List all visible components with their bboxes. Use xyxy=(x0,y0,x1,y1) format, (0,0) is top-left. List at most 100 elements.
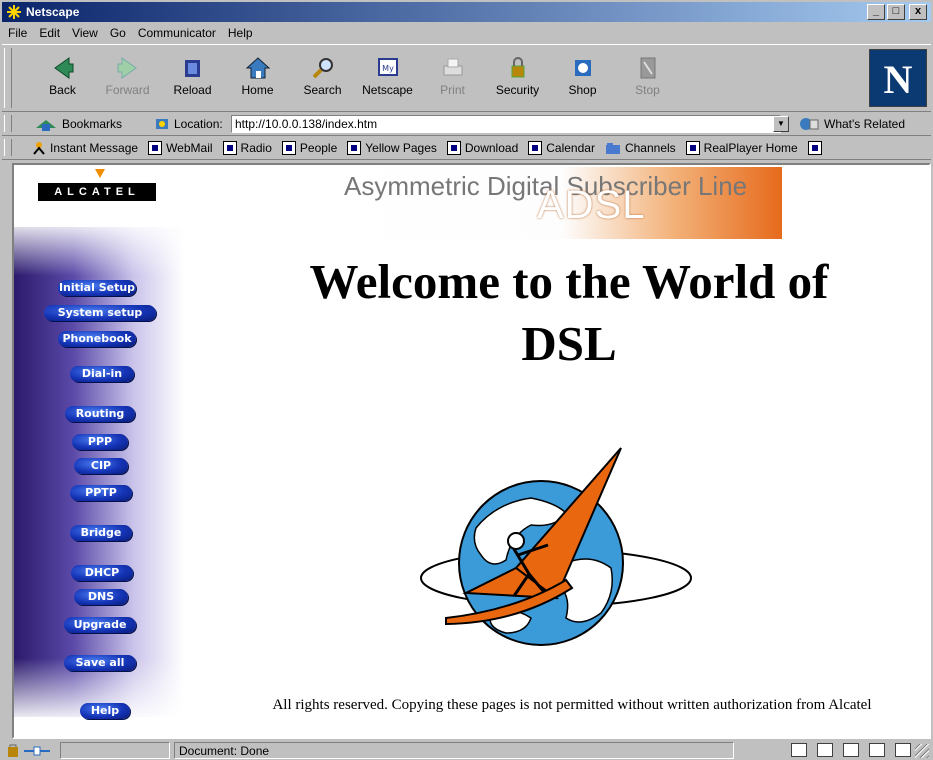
bookmark-icon xyxy=(528,140,543,155)
reload-icon xyxy=(184,60,200,77)
resize-grip-icon[interactable] xyxy=(915,744,929,758)
menu-cip[interactable]: CIP xyxy=(74,458,128,474)
netscape-button[interactable]: My Netscape xyxy=(355,51,420,109)
mail-icon[interactable] xyxy=(817,743,833,757)
shop-button[interactable]: Shop xyxy=(550,51,615,109)
bookmark-calendar[interactable]: Calendar xyxy=(528,140,595,155)
bookmarks-button[interactable]: Bookmarks xyxy=(34,116,122,132)
whats-related-button[interactable]: What's Related xyxy=(798,116,905,132)
alcatel-logo: ALCATEL xyxy=(38,183,156,201)
aim-icon[interactable] xyxy=(895,743,911,757)
print-button[interactable]: Print xyxy=(420,51,485,109)
security-button[interactable]: Security xyxy=(485,51,550,109)
location-grip[interactable] xyxy=(4,115,12,132)
bookmarks-icon xyxy=(36,120,56,131)
navigator-icon[interactable] xyxy=(791,743,807,757)
forward-label: Forward xyxy=(105,83,150,97)
composer-icon[interactable] xyxy=(869,743,885,757)
stop-label: Stop xyxy=(635,83,660,97)
channels-folder-icon xyxy=(605,142,620,154)
home-button[interactable]: Home xyxy=(225,51,290,109)
bookmark-icon xyxy=(281,140,296,155)
menu-help[interactable]: Help xyxy=(222,23,259,43)
menu-help[interactable]: Help xyxy=(80,703,130,719)
menu-dial-in[interactable]: Dial-in xyxy=(70,366,134,382)
back-button[interactable]: Back xyxy=(30,51,95,109)
menu-communicator[interactable]: Communicator xyxy=(132,23,222,43)
progress-pane xyxy=(60,742,170,759)
bookmark-label: RealPlayer Home xyxy=(703,140,798,155)
personal-grip[interactable] xyxy=(4,139,12,156)
bookmark-download[interactable]: Download xyxy=(446,140,519,155)
menu-view[interactable]: View xyxy=(66,23,104,43)
bookmark-icon xyxy=(222,140,237,155)
menu-save-all[interactable]: Save all xyxy=(64,655,136,671)
bookmark-people[interactable]: People xyxy=(281,140,338,155)
home-label: Home xyxy=(241,83,274,97)
title-bar[interactable]: Netscape _ □ x xyxy=(2,2,931,22)
shop-icon xyxy=(574,60,591,76)
bookmark-label: Radio xyxy=(240,140,272,155)
bookmark-label: WebMail xyxy=(166,140,213,155)
menu-routing[interactable]: Routing xyxy=(65,406,135,422)
menu-phonebook[interactable]: Phonebook xyxy=(58,331,136,347)
welcome-heading: Welcome to the World of DSL xyxy=(209,251,929,375)
search-label: Search xyxy=(303,83,342,97)
bookmark-label: Download xyxy=(464,140,519,155)
page-content: ALCATEL Initial Setup System setup Phone… xyxy=(12,163,931,739)
left-navigation-frame: ALCATEL Initial Setup System setup Phone… xyxy=(14,165,189,737)
menu-system-setup[interactable]: System setup xyxy=(44,305,156,321)
minimize-button[interactable]: _ xyxy=(867,4,885,20)
discussions-icon[interactable] xyxy=(843,743,859,757)
reload-button[interactable]: Reload xyxy=(160,51,225,109)
bookmark-radio[interactable]: Radio xyxy=(222,140,272,155)
menu-go[interactable]: Go xyxy=(104,23,132,43)
bookmark-instant-message[interactable]: Instant Message xyxy=(32,141,138,155)
bookmark-label: People xyxy=(299,140,338,155)
menu-upgrade[interactable]: Upgrade xyxy=(64,617,136,633)
toolbar-grip[interactable] xyxy=(4,48,12,108)
forward-button[interactable]: Forward xyxy=(95,51,160,109)
url-dropdown-icon[interactable]: ▼ xyxy=(773,116,789,132)
url-input[interactable] xyxy=(231,115,781,133)
menu-initial-setup[interactable]: Initial Setup xyxy=(58,280,136,296)
svg-text:My: My xyxy=(382,64,394,73)
welcome-line-1: Welcome to the World of xyxy=(309,254,829,309)
location-label-group: Location: xyxy=(154,116,223,132)
menu-bar: File Edit View Go Communicator Help xyxy=(2,23,259,43)
security-label: Security xyxy=(495,83,540,97)
menu-file[interactable]: File xyxy=(2,23,33,43)
personal-toolbar: Instant Message WebMail Radio People Yel… xyxy=(2,136,931,160)
banner-title: ADSL xyxy=(537,183,646,227)
security-lock-icon xyxy=(511,57,524,78)
bookmark-yellow-pages[interactable]: Yellow Pages xyxy=(347,140,437,155)
close-button[interactable]: x xyxy=(909,4,927,20)
stop-button[interactable]: Stop xyxy=(615,51,680,109)
menu-ppp[interactable]: PPP xyxy=(72,434,128,450)
bookmark-icon xyxy=(446,140,461,155)
alcatel-triangle-icon xyxy=(95,169,105,178)
netscape-my-icon: My xyxy=(377,58,398,76)
component-bar xyxy=(791,743,911,757)
maximize-button[interactable]: □ xyxy=(887,4,905,20)
menu-pptp[interactable]: PPTP xyxy=(70,485,132,501)
bookmark-overflow[interactable] xyxy=(807,140,822,155)
netscape-throbber-logo[interactable]: N xyxy=(869,49,927,107)
shop-label: Shop xyxy=(568,83,597,97)
netscape-label: Netscape xyxy=(362,83,413,97)
location-label: Location: xyxy=(174,117,223,131)
bookmark-realplayer-home[interactable]: RealPlayer Home xyxy=(685,140,798,155)
search-button[interactable]: Search xyxy=(290,51,355,109)
page-proxy-icon[interactable] xyxy=(154,116,170,132)
bookmark-icon xyxy=(347,140,362,155)
menu-edit[interactable]: Edit xyxy=(33,23,66,43)
bookmark-channels[interactable]: Channels xyxy=(605,141,676,155)
menu-dhcp[interactable]: DHCP xyxy=(71,565,133,581)
bookmark-webmail[interactable]: WebMail xyxy=(148,140,213,155)
bookmark-icon xyxy=(685,140,700,155)
security-status-icon[interactable] xyxy=(6,743,54,758)
menu-dns[interactable]: DNS xyxy=(74,589,128,605)
navigation-toolbar: Back Forward Reload Home Search My Netsc… xyxy=(2,44,931,112)
bookmark-icon xyxy=(807,140,822,155)
menu-bridge[interactable]: Bridge xyxy=(70,525,132,541)
